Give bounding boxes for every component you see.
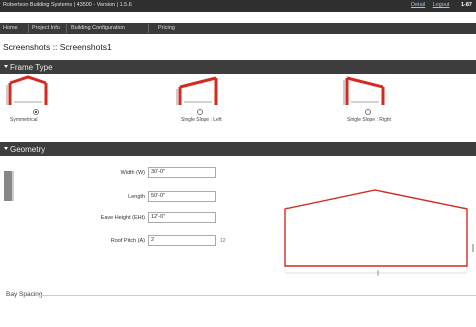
frame-option-single-slope-left[interactable]: Single Slope : Left <box>176 75 256 123</box>
phone-number: 1-87 <box>460 2 472 8</box>
frame-type-header[interactable]: Frame Type <box>0 60 476 74</box>
frame-type-title: Frame Type <box>10 63 53 72</box>
logout-link[interactable]: Logout <box>433 2 450 8</box>
length-input[interactable]: 50'-0" <box>148 191 216 202</box>
width-input[interactable]: 30'-0" <box>148 167 216 178</box>
side-panel-tab[interactable] <box>4 171 12 201</box>
single-slope-left-radio[interactable] <box>197 109 203 115</box>
frame-option-symmetrical[interactable]: Symmetrical <box>6 75 86 123</box>
frame-preview <box>284 189 474 276</box>
detail-link[interactable]: Detail <box>411 2 425 8</box>
roof-pitch-label: Roof Pitch (A) <box>110 238 145 244</box>
roof-pitch-input[interactable]: 2 <box>148 235 216 246</box>
caret-down-icon <box>4 65 8 68</box>
single-slope-right-frame-icon <box>343 76 385 105</box>
frame-option-single-slope-right[interactable]: Single Slope : Right <box>343 75 423 123</box>
bay-spacing-divider <box>36 295 476 296</box>
nav-item-home[interactable]: Home <box>3 25 18 31</box>
nav-item-pricing[interactable]: Pricing <box>158 25 175 31</box>
eave-height-input[interactable]: 12'-0" <box>148 212 216 223</box>
length-label: Length <box>128 194 145 200</box>
nav-item-building-configuration[interactable]: Building Configuration <box>71 25 125 31</box>
header-links: Detail Logout 1-87 <box>405 2 472 8</box>
symmetrical-frame-icon <box>6 75 48 105</box>
geometry-header[interactable]: Geometry <box>0 142 476 156</box>
width-label: Width (W) <box>120 170 145 176</box>
nav-item-project-info[interactable]: Project Info <box>32 25 60 31</box>
breadcrumb: Screenshots :: Screenshots1 <box>3 42 112 52</box>
single-slope-right-radio[interactable] <box>365 109 371 115</box>
nav-divider <box>28 24 29 33</box>
main-nav: Home Project Info Building Configuration… <box>0 23 476 34</box>
nav-divider <box>148 24 149 33</box>
side-panel-divider <box>12 171 14 201</box>
nav-divider <box>66 24 67 33</box>
app-title: Robertson Building Systems | 43500 - Ver… <box>3 2 132 8</box>
single-slope-left-frame-icon <box>176 76 218 105</box>
single-slope-left-label: Single Slope : Left <box>181 117 222 123</box>
eave-height-label: Eave Height (EHt) <box>100 215 145 221</box>
frame-outline <box>284 189 468 267</box>
app-header: Robertson Building Systems | 43500 - Ver… <box>0 0 476 12</box>
symmetrical-radio[interactable] <box>33 109 39 115</box>
caret-down-icon <box>4 147 8 150</box>
single-slope-right-label: Single Slope : Right <box>347 117 391 123</box>
geometry-title: Geometry <box>10 145 46 154</box>
symmetrical-label: Symmetrical <box>10 117 38 123</box>
roof-pitch-unit: 12 <box>220 238 226 244</box>
